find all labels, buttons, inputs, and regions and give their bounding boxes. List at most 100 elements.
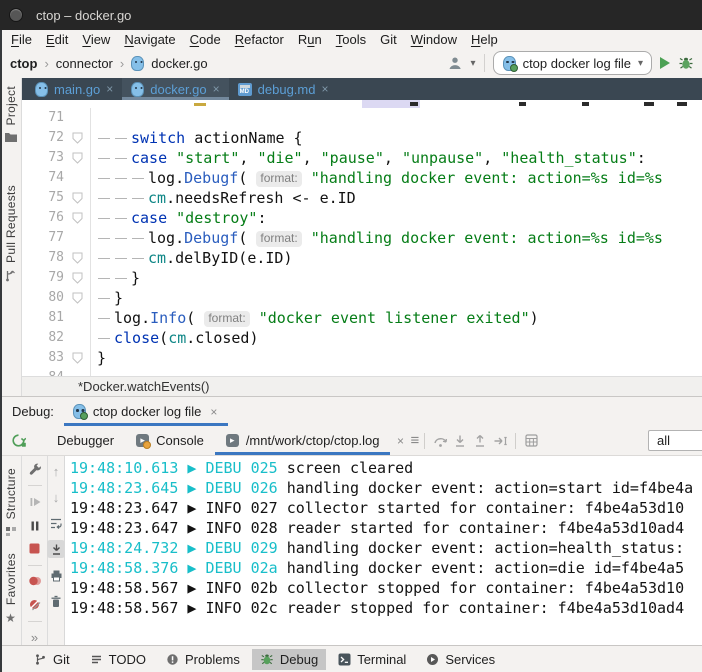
log-line: 19:48:58.567 ▶ INFO 02c reader stopped f… xyxy=(70,598,702,618)
run-button[interactable] xyxy=(660,57,670,69)
console-output[interactable]: 19:48:10.613 ▶ DEBU 025 screen cleared19… xyxy=(64,456,702,645)
window-button[interactable] xyxy=(9,8,23,22)
more-button[interactable]: » xyxy=(26,630,44,645)
stop-button[interactable] xyxy=(26,541,44,556)
mute-breakpoints-button[interactable] xyxy=(26,597,44,612)
run-to-cursor-button[interactable] xyxy=(490,431,510,451)
debug-session-tab[interactable]: ctop docker log file × xyxy=(64,397,228,426)
fold-marker-icon[interactable] xyxy=(64,348,90,368)
step-over-button[interactable] xyxy=(430,431,450,451)
tool-strip-item-structure[interactable]: Structure xyxy=(4,468,18,537)
close-icon[interactable]: × xyxy=(208,405,219,419)
code-text: log.Debugf( format: "handling docker eve… xyxy=(90,228,702,248)
fold-marker-icon[interactable] xyxy=(64,248,90,268)
view-breakpoints-button[interactable] xyxy=(26,574,44,589)
menu-item-file[interactable]: File xyxy=(4,32,39,47)
run-config-selector[interactable]: ctop docker log file ▾ xyxy=(493,51,652,75)
code-text: log.Debugf( format: "handling docker eve… xyxy=(90,168,702,188)
menu-item-git[interactable]: Git xyxy=(373,32,404,47)
log-line: 19:48:58.567 ▶ INFO 02b collector stoppe… xyxy=(70,578,702,598)
print-button[interactable] xyxy=(47,566,65,584)
fold-marker-icon[interactable] xyxy=(64,188,90,208)
menu-item-edit[interactable]: Edit xyxy=(39,32,75,47)
code-line[interactable]: 81log.Info( format: "docker event listen… xyxy=(22,308,702,328)
code-line[interactable]: 72switch actionName { xyxy=(22,128,702,148)
breadcrumb-item-connector[interactable]: connector xyxy=(56,56,113,71)
menu-item-run[interactable]: Run xyxy=(291,32,329,47)
statusbar-button-label: TODO xyxy=(109,652,146,667)
statusbar-button-todo[interactable]: TODO xyxy=(82,649,154,670)
code-line[interactable]: 84 xyxy=(22,368,702,376)
code-line[interactable]: 78 cm.delByID(e.ID) xyxy=(22,248,702,268)
breadcrumb-item-dockergo[interactable]: docker.go xyxy=(151,56,207,71)
close-icon[interactable]: × xyxy=(213,82,220,96)
statusbar-button-problems[interactable]: Problems xyxy=(158,649,248,670)
menu-item-window[interactable]: Window xyxy=(404,32,464,47)
tab-whitespace xyxy=(131,188,148,208)
debug-tab-console[interactable]: Console xyxy=(125,426,215,455)
breadcrumb-item-ctop[interactable]: ctop xyxy=(10,56,37,71)
user-avatar-icon[interactable] xyxy=(448,56,463,70)
menu-item-refactor[interactable]: Refactor xyxy=(228,32,291,47)
tool-strip-item-project[interactable]: Project xyxy=(4,86,18,143)
rerun-button[interactable] xyxy=(8,431,28,451)
code-line[interactable]: 74log.Debugf( format: "handling docker e… xyxy=(22,168,702,188)
close-icon[interactable]: × xyxy=(390,431,410,451)
code-line[interactable]: 82close(cm.closed) xyxy=(22,328,702,348)
editor-tab-docker-go[interactable]: docker.go× xyxy=(122,78,228,100)
menu-item-code[interactable]: Code xyxy=(183,32,228,47)
code-line[interactable]: 75cm.needsRefresh <- e.ID xyxy=(22,188,702,208)
scroll-to-end-button[interactable] xyxy=(47,540,65,558)
fold-marker-icon[interactable] xyxy=(64,128,90,148)
fold-marker-icon[interactable] xyxy=(64,268,90,288)
parameter-hint: format: xyxy=(256,231,301,247)
clipped-fragment xyxy=(582,102,589,106)
tool-strip-item-favorites[interactable]: Favorites★ xyxy=(4,553,18,625)
debug-tab--mnt-work-ctop-ctop-log[interactable]: /mnt/work/ctop/ctop.log xyxy=(215,426,391,455)
close-icon[interactable]: × xyxy=(321,82,328,96)
code-line[interactable]: 77log.Debugf( format: "handling docker e… xyxy=(22,228,702,248)
code-editor[interactable]: 7172switch actionName {73case "start", "… xyxy=(22,108,702,376)
fold-marker-icon[interactable] xyxy=(64,208,90,228)
step-into-button[interactable] xyxy=(450,431,470,451)
fold-gutter xyxy=(64,168,90,188)
statusbar-button-debug[interactable]: Debug xyxy=(252,649,326,670)
editor-tab-bar: main.go×docker.go×debug.md× xyxy=(22,78,702,100)
code-line[interactable]: 73case "start", "die", "pause", "unpause… xyxy=(22,148,702,168)
editor-tab-main-go[interactable]: main.go× xyxy=(26,78,122,100)
statusbar-button-services[interactable]: Services xyxy=(418,649,503,670)
hamburger-icon[interactable]: ≡ xyxy=(410,426,419,455)
menu-item-tools[interactable]: Tools xyxy=(329,32,373,47)
code-line[interactable]: 80} xyxy=(22,288,702,308)
log-level-filter[interactable]: all xyxy=(648,430,702,451)
code-line[interactable]: 76case "destroy": xyxy=(22,208,702,228)
statusbar-button-git[interactable]: Git xyxy=(26,649,78,670)
debug-tab-debugger[interactable]: Debugger xyxy=(46,426,125,455)
scroll-down-button[interactable]: ↓ xyxy=(47,488,65,506)
statusbar-button-terminal[interactable]: Terminal xyxy=(330,649,414,670)
menu-item-view[interactable]: View xyxy=(75,32,117,47)
line-number: 78 xyxy=(22,248,64,268)
step-out-button[interactable] xyxy=(470,431,490,451)
tab-whitespace xyxy=(114,128,131,148)
evaluate-grid-button[interactable] xyxy=(521,431,541,451)
close-icon[interactable]: × xyxy=(106,82,113,96)
soft-wrap-button[interactable] xyxy=(47,514,65,532)
code-line[interactable]: 71 xyxy=(22,108,702,128)
resume-button[interactable] xyxy=(26,494,44,509)
code-line[interactable]: 79} xyxy=(22,268,702,288)
scroll-up-button[interactable]: ↑ xyxy=(47,462,65,480)
code-text: cm.delByID(e.ID) xyxy=(90,248,702,268)
editor-tab-debug-md[interactable]: debug.md× xyxy=(229,78,338,100)
code-line[interactable]: 83} xyxy=(22,348,702,368)
fold-marker-icon[interactable] xyxy=(64,288,90,308)
debug-button[interactable] xyxy=(678,56,694,71)
code-text: } xyxy=(90,268,702,288)
pause-button[interactable] xyxy=(26,518,44,533)
menu-item-help[interactable]: Help xyxy=(464,32,505,47)
menu-item-navigate[interactable]: Navigate xyxy=(117,32,182,47)
fold-marker-icon[interactable] xyxy=(64,148,90,168)
settings-wrench-button[interactable] xyxy=(26,462,44,477)
clear-button[interactable] xyxy=(47,592,65,610)
tool-strip-item-pull-requests[interactable]: Pull Requests xyxy=(4,185,18,282)
